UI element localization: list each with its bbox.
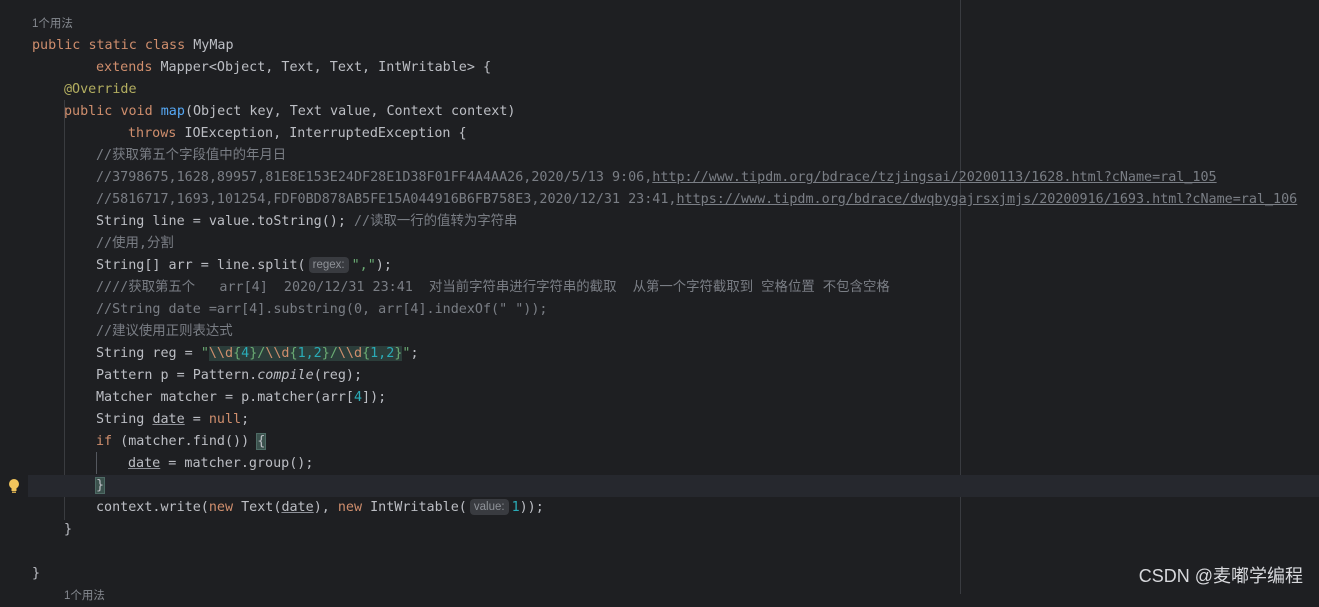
extends-clause: extends Mapper<Object, Text, Text, IntWr… bbox=[96, 57, 491, 79]
variable-reassigned: date bbox=[152, 412, 185, 427]
keyword: if bbox=[96, 434, 113, 449]
code-text: = bbox=[184, 412, 209, 427]
code-text: String bbox=[96, 412, 153, 427]
matched-brace: { bbox=[256, 433, 267, 450]
code-editor[interactable]: 1个用法 public static class MyMap extends M… bbox=[0, 0, 1319, 602]
lightbulb-icon[interactable] bbox=[7, 478, 21, 494]
override-annotation: @Override bbox=[64, 82, 137, 97]
code-comment: //3798675,1628,89957,81E8E153E24DF28E1D3… bbox=[96, 167, 1217, 189]
code-text: ; bbox=[241, 412, 250, 427]
usage-hint[interactable]: 1个用法 bbox=[32, 13, 73, 35]
code-text: Pattern p = Pattern. bbox=[96, 368, 258, 383]
code-text: ), bbox=[313, 500, 338, 515]
code-text: String[] arr = line.split( bbox=[96, 258, 306, 273]
comment-text: //3798675,1628,89957,81E8E153E24DF28E1D3… bbox=[96, 170, 653, 185]
comment-link[interactable]: http://www.tipdm.org/bdrace/tzjingsai/20… bbox=[652, 170, 1216, 185]
class-close-brace: } bbox=[32, 566, 41, 581]
code-text: ); bbox=[375, 258, 392, 273]
method-name: map bbox=[160, 104, 185, 119]
code-text: ]); bbox=[362, 390, 387, 405]
indent-guide bbox=[96, 452, 97, 474]
regex-number: 1,2 bbox=[370, 346, 395, 361]
keyword: throws bbox=[128, 126, 177, 141]
number-literal: 4 bbox=[353, 390, 363, 405]
code-text: IOException, InterruptedException { bbox=[184, 126, 467, 141]
code-line: String line = value.toString(); //读取一行的值… bbox=[96, 211, 517, 233]
code-comment: //获取第五个字段值中的年月日 bbox=[96, 148, 287, 163]
code-text: (reg); bbox=[313, 368, 363, 383]
code-line: String[] arr = line.split(regex: ","); bbox=[96, 255, 392, 277]
parameter-hint: regex: bbox=[308, 257, 349, 273]
keyword: null bbox=[208, 412, 242, 427]
number-literal: 1 bbox=[511, 500, 520, 515]
keyword: public bbox=[64, 104, 113, 119]
code-comment: //读取一行的值转为字符串 bbox=[353, 214, 518, 229]
regex-brace: } bbox=[321, 346, 330, 361]
regex-escape: \\d bbox=[337, 346, 363, 361]
static-method-call: compile bbox=[257, 368, 314, 383]
code-line: String date = null; bbox=[96, 409, 249, 431]
code-text: String reg = bbox=[96, 346, 201, 361]
method-params: (Object key, Text value, Context context… bbox=[184, 104, 516, 119]
regex-number: 1,2 bbox=[297, 346, 322, 361]
code-line: Matcher matcher = p.matcher(arr[4]); bbox=[96, 387, 386, 409]
code-line: Pattern p = Pattern.compile(reg); bbox=[96, 365, 362, 387]
keyword: class bbox=[144, 38, 186, 53]
current-line-highlight bbox=[28, 475, 1319, 497]
matched-brace: } bbox=[94, 477, 106, 494]
keyword: new bbox=[337, 500, 363, 515]
method-close-brace: } bbox=[64, 522, 73, 537]
code-text: Text( bbox=[233, 500, 282, 515]
code-text: Mapper<Object, Text, Text, IntWritable> … bbox=[160, 60, 492, 75]
class-declaration: public static class MyMap bbox=[32, 35, 234, 57]
code-line: String reg = "\\d{4}/\\d{1,2}/\\d{1,2}"; bbox=[96, 343, 419, 365]
string-quote: " bbox=[200, 346, 209, 361]
code-text: String line = value.toString(); bbox=[96, 214, 354, 229]
regex-literal: \\d{4}/\\d{1,2}/\\d{1,2} bbox=[208, 346, 403, 361]
regex-escape: \\d bbox=[265, 346, 290, 361]
method-declaration: public void map(Object key, Text value, … bbox=[64, 101, 515, 123]
keyword: void bbox=[120, 104, 153, 119]
string-literal: "," bbox=[351, 258, 376, 273]
keyword: public bbox=[32, 38, 81, 53]
code-comment: //5816717,1693,101254,FDF0BD878AB5FE15A0… bbox=[96, 189, 1297, 211]
usage-hint[interactable]: 1个用法 bbox=[64, 585, 105, 607]
code-text: = matcher.group(); bbox=[160, 456, 314, 471]
code-text: )); bbox=[519, 500, 544, 515]
code-line: if (matcher.find()) { bbox=[96, 431, 267, 453]
indent-guide bbox=[64, 100, 65, 520]
right-margin-guide bbox=[960, 0, 961, 594]
code-text: Matcher matcher = p.matcher(arr[ bbox=[96, 390, 354, 405]
class-name: MyMap bbox=[193, 38, 234, 53]
code-line: context.write(new Text(date), new IntWri… bbox=[96, 497, 544, 519]
regex-brace: { bbox=[362, 346, 371, 361]
variable-reassigned: date bbox=[281, 500, 314, 515]
code-text: (matcher.find()) bbox=[112, 434, 258, 449]
code-comment: //String date =arr[4].substring(0, arr[4… bbox=[96, 302, 548, 317]
code-text: ; bbox=[410, 346, 419, 361]
comment-link[interactable]: https://www.tipdm.org/bdrace/dwqbygajrsx… bbox=[676, 192, 1297, 207]
code-text: IntWritable( bbox=[362, 500, 467, 515]
regex-char: / bbox=[329, 346, 338, 361]
code-text: context.write( bbox=[96, 500, 209, 515]
regex-escape: \\d bbox=[208, 346, 234, 361]
keyword: static bbox=[88, 38, 137, 53]
code-comment: ////获取第五个 arr[4] 2020/12/31 23:41 对当前字符串… bbox=[96, 280, 890, 295]
editor-gutter bbox=[0, 0, 28, 594]
code-line: } bbox=[94, 475, 106, 497]
variable-reassigned: date bbox=[128, 456, 161, 471]
parameter-hint: value: bbox=[469, 499, 509, 515]
keyword: extends bbox=[96, 60, 153, 75]
code-comment: //建议使用正则表达式 bbox=[96, 324, 233, 339]
comment-text: //5816717,1693,101254,FDF0BD878AB5FE15A0… bbox=[96, 192, 677, 207]
code-line: date = matcher.group(); bbox=[128, 453, 313, 475]
watermark: CSDN @麦嘟学编程 bbox=[1138, 566, 1303, 586]
regex-brace: { bbox=[289, 346, 298, 361]
regex-brace: { bbox=[233, 346, 242, 361]
code-comment: //使用,分割 bbox=[96, 236, 174, 251]
throws-clause: throws IOException, InterruptedException… bbox=[128, 123, 467, 145]
regex-number: 4 bbox=[241, 346, 250, 361]
keyword: new bbox=[208, 500, 234, 515]
